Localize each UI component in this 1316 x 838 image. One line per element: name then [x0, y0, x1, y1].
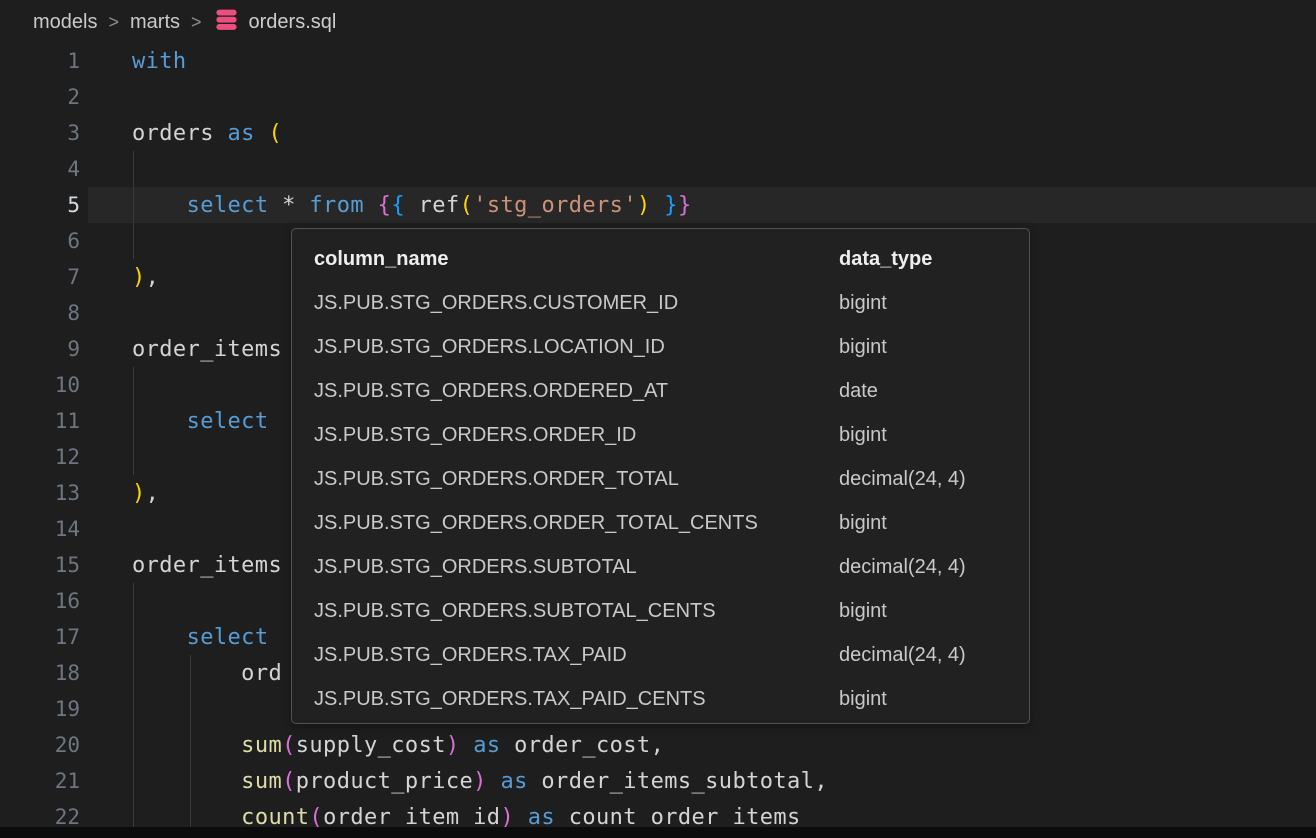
line-number: 9 [0, 337, 80, 361]
data-type-cell: decimal(24, 4) [839, 468, 1029, 491]
code-text: count(order_item_id) as count_order_item… [80, 805, 801, 828]
code-text: select [80, 625, 268, 650]
column-name-cell: JS.PUB.STG_ORDERS.LOCATION_ID [314, 336, 839, 359]
column-name-cell: JS.PUB.STG_ORDERS.CUSTOMER_ID [314, 292, 839, 315]
line-number: 14 [0, 517, 80, 541]
database-icon [213, 6, 240, 39]
column-name-cell: JS.PUB.STG_ORDERS.SUBTOTAL_CENTS [314, 600, 839, 623]
code-text: order_items [80, 337, 282, 362]
data-type-cell: bigint [839, 424, 1029, 447]
breadcrumb-item-marts[interactable]: marts [130, 11, 180, 34]
line-number: 6 [0, 229, 80, 253]
code-text: sum(product_price) as order_items_subtot… [80, 769, 828, 794]
line-number: 7 [0, 265, 80, 289]
data-type-cell: decimal(24, 4) [839, 556, 1029, 579]
line-number: 10 [0, 373, 80, 397]
line-number: 22 [0, 805, 80, 827]
column-name-cell: JS.PUB.STG_ORDERS.TAX_PAID_CENTS [314, 688, 839, 711]
column-name-cell: JS.PUB.STG_ORDERS.TAX_PAID [314, 644, 839, 667]
table-row: JS.PUB.STG_ORDERS.TAX_PAIDdecimal(24, 4) [292, 633, 1029, 677]
tooltip-body: JS.PUB.STG_ORDERS.CUSTOMER_IDbigintJS.PU… [292, 281, 1029, 721]
code-text: ), [80, 481, 159, 506]
line-number: 16 [0, 589, 80, 613]
column-name-header: column_name [314, 248, 839, 271]
data-type-cell: bigint [839, 336, 1029, 359]
code-line[interactable]: 21 sum(product_price) as order_items_sub… [0, 763, 1316, 799]
line-number: 15 [0, 553, 80, 577]
code-text: ), [80, 265, 159, 290]
table-row: JS.PUB.STG_ORDERS.TAX_PAID_CENTSbigint [292, 677, 1029, 721]
chevron-right-icon: > [191, 12, 202, 33]
code-text: select [80, 409, 268, 434]
table-row: JS.PUB.STG_ORDERS.ORDER_TOTAL_CENTSbigin… [292, 501, 1029, 545]
table-row: JS.PUB.STG_ORDERS.SUBTOTALdecimal(24, 4) [292, 545, 1029, 589]
line-number: 12 [0, 445, 80, 469]
breadcrumb-item-models[interactable]: models [33, 11, 97, 34]
line-number: 21 [0, 769, 80, 793]
code-text: select * from {{ ref('stg_orders') }} [80, 193, 692, 218]
data-type-header: data_type [839, 248, 1029, 271]
column-name-cell: JS.PUB.STG_ORDERS.ORDERED_AT [314, 380, 839, 403]
column-metadata-tooltip: column_name data_type JS.PUB.STG_ORDERS.… [291, 228, 1030, 724]
code-line[interactable]: 2 [0, 79, 1316, 115]
code-line[interactable]: 20 sum(supply_cost) as order_cost, [0, 727, 1316, 763]
line-number: 2 [0, 85, 80, 109]
code-line[interactable]: 22 count(order_item_id) as count_order_i… [0, 799, 1316, 827]
chevron-right-icon: > [108, 12, 119, 33]
code-text: orders as ( [80, 121, 282, 146]
column-name-cell: JS.PUB.STG_ORDERS.ORDER_ID [314, 424, 839, 447]
line-number: 19 [0, 697, 80, 721]
code-line[interactable]: 3orders as ( [0, 115, 1316, 151]
line-number: 17 [0, 625, 80, 649]
code-line[interactable]: 4 [0, 151, 1316, 187]
editor-window: models > marts > orders.sql 1with23order… [0, 0, 1316, 838]
breadcrumb: models > marts > orders.sql [0, 0, 1316, 45]
table-row: JS.PUB.STG_ORDERS.ORDER_TOTALdecimal(24,… [292, 457, 1029, 501]
code-line[interactable]: 1with [0, 45, 1316, 79]
table-row: JS.PUB.STG_ORDERS.LOCATION_IDbigint [292, 325, 1029, 369]
line-number: 11 [0, 409, 80, 433]
tooltip-header-row: column_name data_type [292, 237, 1029, 281]
code-text: sum(supply_cost) as order_cost, [80, 733, 664, 758]
table-row: JS.PUB.STG_ORDERS.ORDER_IDbigint [292, 413, 1029, 457]
line-number: 4 [0, 157, 80, 181]
bottom-panel-edge [0, 827, 1316, 838]
data-type-cell: decimal(24, 4) [839, 644, 1029, 667]
line-number: 5 [0, 193, 80, 217]
data-type-cell: bigint [839, 688, 1029, 711]
code-text: with [80, 49, 187, 74]
data-type-cell: date [839, 380, 1029, 403]
line-number: 13 [0, 481, 80, 505]
data-type-cell: bigint [839, 512, 1029, 535]
line-number: 20 [0, 733, 80, 757]
table-row: JS.PUB.STG_ORDERS.CUSTOMER_IDbigint [292, 281, 1029, 325]
code-text: ord [80, 661, 282, 686]
code-text: order_items [80, 553, 282, 578]
column-name-cell: JS.PUB.STG_ORDERS.SUBTOTAL [314, 556, 839, 579]
table-row: JS.PUB.STG_ORDERS.ORDERED_ATdate [292, 369, 1029, 413]
line-number: 3 [0, 121, 80, 145]
table-row: JS.PUB.STG_ORDERS.SUBTOTAL_CENTSbigint [292, 589, 1029, 633]
line-number: 18 [0, 661, 80, 685]
line-number: 8 [0, 301, 80, 325]
column-name-cell: JS.PUB.STG_ORDERS.ORDER_TOTAL [314, 468, 839, 491]
breadcrumb-item-file[interactable]: orders.sql [249, 11, 337, 34]
data-type-cell: bigint [839, 600, 1029, 623]
code-line[interactable]: 5 select * from {{ ref('stg_orders') }} [0, 187, 1316, 223]
line-number: 1 [0, 49, 80, 73]
column-name-cell: JS.PUB.STG_ORDERS.ORDER_TOTAL_CENTS [314, 512, 839, 535]
data-type-cell: bigint [839, 292, 1029, 315]
